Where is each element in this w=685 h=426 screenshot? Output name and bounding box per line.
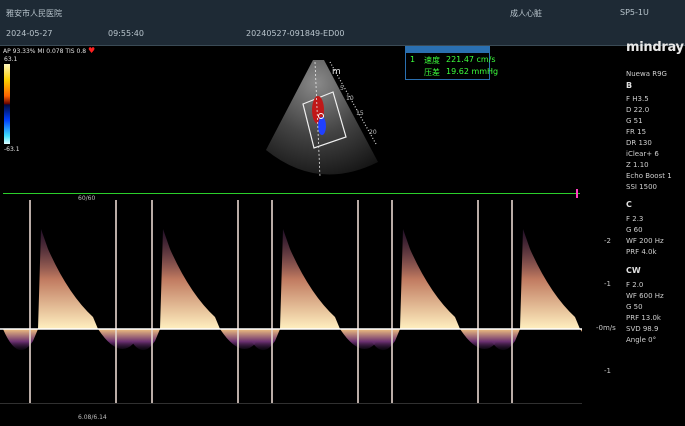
- velocity-scale-zero: -0m/s: [596, 324, 616, 332]
- b-param: SSI 1500: [626, 183, 657, 191]
- color-scale-max: 63.1: [4, 56, 18, 63]
- top-info-bar: 雅安市人民医院 成人心脏 SP5-1U 2024-05-27 09:55:40 …: [0, 0, 685, 46]
- acoustic-params: AP 93.33% MI 0.078 TIS 0.8 ♥: [3, 46, 95, 55]
- cw-mode-heading: CW: [626, 266, 641, 275]
- systolic-jet: [520, 229, 580, 329]
- gradient-value: 19.62 mmHg: [446, 67, 499, 76]
- header-divider: [0, 45, 685, 46]
- velocity-value: 221.47 cm/s: [446, 55, 496, 64]
- probe-name: SP5-1U: [620, 8, 649, 17]
- patient-id: 20240527-091849-ED00: [246, 29, 345, 38]
- orientation-marker: m: [332, 67, 341, 77]
- b-param: F H3.5: [626, 95, 649, 103]
- b-mode-heading: B: [626, 81, 633, 90]
- ecg-trace: [3, 193, 580, 194]
- color-scale-min: -63.1: [4, 146, 20, 153]
- systolic-jet: [280, 229, 340, 329]
- cw-param: F 2.0: [626, 281, 644, 289]
- cw-param: WF 600 Hz: [626, 292, 664, 300]
- velocity-scale-tick: -1: [604, 280, 611, 288]
- c-param: F 2.3: [626, 215, 644, 223]
- depth-label-20: 20: [369, 129, 377, 136]
- bmode-sector-image: m 5 10 15 20: [266, 60, 378, 178]
- sweep-marker: [576, 189, 578, 198]
- cw-param: Angle 0°: [626, 336, 657, 344]
- depth-label-15: 15: [356, 110, 364, 117]
- diastolic-flow: [3, 329, 138, 351]
- gradient-label: 压差: [424, 68, 440, 77]
- systolic-jet: [400, 229, 460, 329]
- b-param: Z 1.10: [626, 161, 649, 169]
- depth-label-10: 10: [346, 95, 354, 102]
- c-mode-heading: C: [626, 200, 632, 209]
- diastolic-flow: [365, 329, 500, 351]
- spectral-waveforms: [3, 200, 582, 403]
- b-param: Echo Boost 1: [626, 172, 672, 180]
- acoustic-params-text: AP 93.33% MI 0.078 TIS 0.8: [3, 48, 87, 55]
- depth-label-5: 5: [340, 85, 344, 92]
- cw-param: SVD 98.9: [626, 325, 659, 333]
- exam-time: 09:55:40: [108, 29, 144, 38]
- b-param: D 22.0: [626, 106, 650, 114]
- c-param: PRF 4.0k: [626, 248, 657, 256]
- measurement-box-header: [406, 47, 489, 53]
- b-param: G 51: [626, 117, 643, 125]
- c-param: WF 200 Hz: [626, 237, 664, 245]
- system-model: Nuewa R9G: [626, 70, 667, 78]
- cw-param: G 50: [626, 303, 643, 311]
- heart-icon: ♥: [87, 46, 96, 55]
- cw-param: PRF 13.0k: [626, 314, 661, 322]
- b-param: FR 15: [626, 128, 647, 136]
- right-params-panel: mindray Nuewa R9G B F H3.5 D 22.0 G 51 F…: [620, 40, 685, 426]
- measurement-index: 1: [410, 55, 416, 64]
- velocity-label: 速度: [424, 56, 440, 65]
- color-scale-bar: [4, 64, 10, 144]
- time-axis: [0, 403, 582, 404]
- brand-logo: mindray: [626, 40, 684, 55]
- hospital-name: 雅安市人民医院: [6, 9, 62, 18]
- exam-type: 成人心脏: [510, 9, 542, 18]
- systolic-jet: [38, 229, 98, 329]
- spectrum-bottom-label: 6.08/6.14: [78, 414, 107, 421]
- cw-doppler-spectrum: [0, 200, 582, 403]
- diastolic-flow: [485, 329, 582, 351]
- b-param: DR 130: [626, 139, 652, 147]
- diastolic-flow: [245, 329, 380, 351]
- flow-blue: [318, 117, 326, 135]
- velocity-scale-tick: -2: [604, 237, 611, 245]
- velocity-scale-tick: -1: [604, 367, 611, 375]
- diastolic-flow: [125, 329, 260, 351]
- exam-date: 2024-05-27: [6, 29, 53, 38]
- b-param: iClear+ 6: [626, 150, 659, 158]
- systolic-jet: [160, 229, 220, 329]
- measurement-box[interactable]: 1 速度 221.47 cm/s 压差 19.62 mmHg: [405, 46, 498, 80]
- c-param: G 60: [626, 226, 643, 234]
